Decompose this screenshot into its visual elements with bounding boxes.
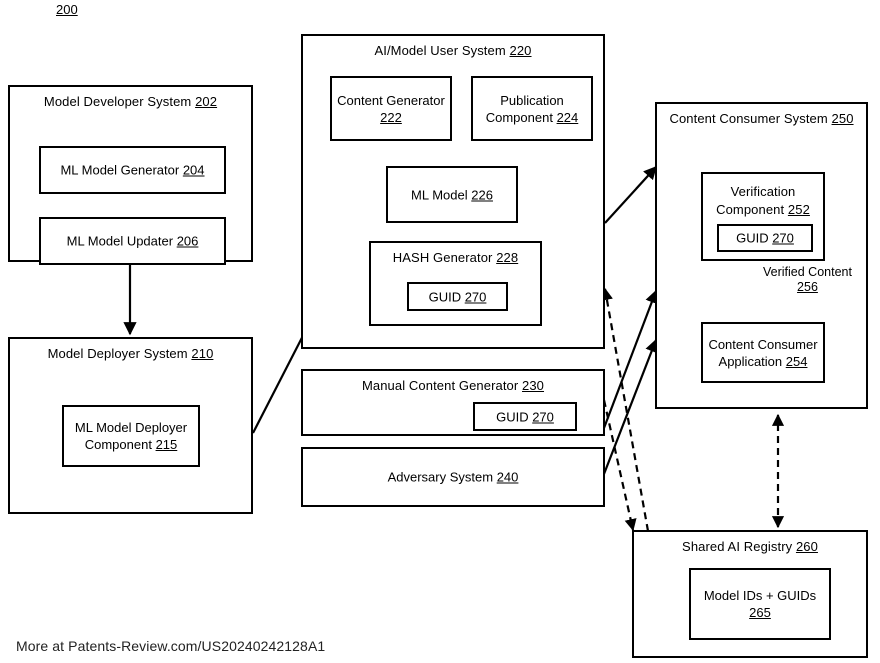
adversary-system-ref: 240 <box>496 469 519 485</box>
ml-model-deployer-component-label: ML Model Deployer Component 215 <box>64 419 198 453</box>
ml-model-updater-box[interactable]: ML Model Updater 206 <box>39 217 226 265</box>
model-ids-guids-ref: 265 <box>749 605 771 620</box>
ai-model-user-system-title: AI/Model User System 220 <box>303 43 603 59</box>
model-deployer-system-label: Model Deployer System <box>47 346 188 361</box>
model-developer-system-box[interactable]: Model Developer System 202 ML Model Gene… <box>8 85 253 265</box>
verification-component-guid-ref: 270 <box>772 230 794 246</box>
model-ids-guids-box[interactable]: Model IDs + GUIDs 265 <box>689 568 831 640</box>
publication-component-ref: 224 <box>556 109 579 125</box>
ml-model-label: ML Model 226 <box>388 186 516 203</box>
verification-component-title: Verification Component 252 <box>703 183 823 219</box>
verification-component-label: Verification Component <box>716 184 796 217</box>
ai-model-user-system-ref: 220 <box>509 43 532 58</box>
content-consumer-system-ref: 250 <box>831 111 854 126</box>
model-deployer-system-title: Model Deployer System 210 <box>10 346 251 362</box>
ai-model-user-system-box[interactable]: AI/Model User System 220 Content Generat… <box>301 34 605 349</box>
content-consumer-application-box[interactable]: Content Consumer Application 254 <box>701 322 825 383</box>
ml-model-generator-box[interactable]: ML Model Generator 204 <box>39 146 226 194</box>
model-deployer-system-box[interactable]: Model Deployer System 210 ML Model Deplo… <box>8 337 253 514</box>
hash-generator-guid-ref: 270 <box>464 289 487 304</box>
model-deployer-system-ref: 210 <box>191 346 214 361</box>
ml-model-generator-ref: 204 <box>182 162 205 178</box>
shared-ai-registry-ref: 260 <box>795 539 818 554</box>
figure-number: 200 <box>56 2 78 17</box>
arrow-user-system-to-consumer-system <box>604 166 657 224</box>
verification-component-box[interactable]: Verification Component 252 GUID 270 <box>701 172 825 261</box>
ml-model-generator-label: ML Model Generator 204 <box>41 162 224 179</box>
ml-model-generator-title: ML Model Generator <box>60 162 180 178</box>
model-developer-system-title: Model Developer System 202 <box>10 94 251 110</box>
ml-model-title: ML Model <box>411 187 468 202</box>
content-consumer-system-label: Content Consumer System <box>669 111 828 126</box>
verification-component-guid-box[interactable]: GUID 270 <box>717 224 813 252</box>
model-developer-system-label: Model Developer System <box>43 94 192 109</box>
manual-content-generator-guid-title: GUID <box>496 409 529 424</box>
ml-model-updater-label: ML Model Updater 206 <box>41 233 224 250</box>
ml-model-updater-ref: 206 <box>176 233 199 249</box>
ml-model-deployer-component-box[interactable]: ML Model Deployer Component 215 <box>62 405 200 467</box>
content-generator-ref: 222 <box>380 109 402 125</box>
adversary-system-title: Adversary System <box>387 469 494 485</box>
publication-component-box[interactable]: Publication Component 224 <box>471 76 593 141</box>
verified-content-title: Verified Content <box>763 265 852 279</box>
hash-generator-guid-label: GUID 270 <box>409 288 506 305</box>
patent-figure-200: 200 Model Developer System 202 ML Model … <box>0 0 880 663</box>
ml-model-deployer-component-ref: 215 <box>155 437 178 452</box>
ml-model-ref: 226 <box>471 187 493 202</box>
hash-generator-title: HASH Generator 228 <box>371 250 540 266</box>
shared-ai-registry-label: Shared AI Registry <box>682 539 793 554</box>
hash-generator-guid-box[interactable]: GUID 270 <box>407 282 508 311</box>
adversary-system-label: Adversary System 240 <box>303 469 603 486</box>
shared-ai-registry-title: Shared AI Registry 260 <box>634 539 866 555</box>
manual-content-generator-label: Manual Content Generator <box>361 378 519 393</box>
manual-content-generator-ref: 230 <box>522 378 545 393</box>
publication-component-title: Publication Component <box>485 92 564 125</box>
verification-component-guid-label: GUID 270 <box>719 230 811 247</box>
footer-attribution: More at Patents-Review.com/US20240242128… <box>16 638 326 654</box>
model-ids-guids-title: Model IDs + GUIDs <box>703 588 817 603</box>
arrow-adversary-to-consumer-system <box>602 338 658 475</box>
arrow-manual-generator-to-consumer-system <box>602 289 658 429</box>
adversary-system-box[interactable]: Adversary System 240 <box>301 447 605 507</box>
manual-content-generator-guid-ref: 270 <box>532 409 554 424</box>
content-consumer-system-box[interactable]: Content Consumer System 250 Verification… <box>655 102 868 409</box>
ml-model-box[interactable]: ML Model 226 <box>386 166 518 223</box>
content-generator-title: Content Generator <box>337 92 445 108</box>
content-generator-label: Content Generator 222 <box>332 92 450 126</box>
publication-component-label: Publication Component 224 <box>473 92 591 126</box>
hash-generator-label: HASH Generator <box>392 250 493 265</box>
hash-generator-guid-title: GUID <box>428 289 462 304</box>
content-consumer-application-ref: 254 <box>785 353 808 369</box>
hash-generator-ref: 228 <box>496 250 519 265</box>
shared-ai-registry-box[interactable]: Shared AI Registry 260 Model IDs + GUIDs… <box>632 530 868 658</box>
arrow-user-system-to-registry-dashed <box>602 399 637 532</box>
manual-content-generator-box[interactable]: Manual Content Generator 230 GUID 270 <box>301 369 605 436</box>
model-developer-system-ref: 202 <box>195 94 218 109</box>
manual-content-generator-guid-label: GUID 270 <box>475 408 575 425</box>
verified-content-ref: 256 <box>797 280 818 294</box>
content-generator-box[interactable]: Content Generator 222 <box>330 76 452 141</box>
verified-content-edge-label: Verified Content 256 <box>763 265 852 295</box>
model-ids-guids-label: Model IDs + GUIDs 265 <box>691 587 829 621</box>
ai-model-user-system-label: AI/Model User System <box>374 43 506 58</box>
ml-model-updater-title: ML Model Updater <box>66 233 177 249</box>
hash-generator-box[interactable]: HASH Generator 228 GUID 270 <box>369 241 542 326</box>
arrow-registry-to-user-system-dashed <box>600 287 650 532</box>
verification-component-ref: 252 <box>787 202 810 217</box>
manual-content-generator-title: Manual Content Generator 230 <box>303 378 603 394</box>
content-consumer-application-label: Content Consumer Application 254 <box>703 336 823 370</box>
content-consumer-system-title: Content Consumer System 250 <box>657 111 866 127</box>
verification-component-guid-title: GUID <box>736 230 769 246</box>
manual-content-generator-guid-box[interactable]: GUID 270 <box>473 402 577 431</box>
